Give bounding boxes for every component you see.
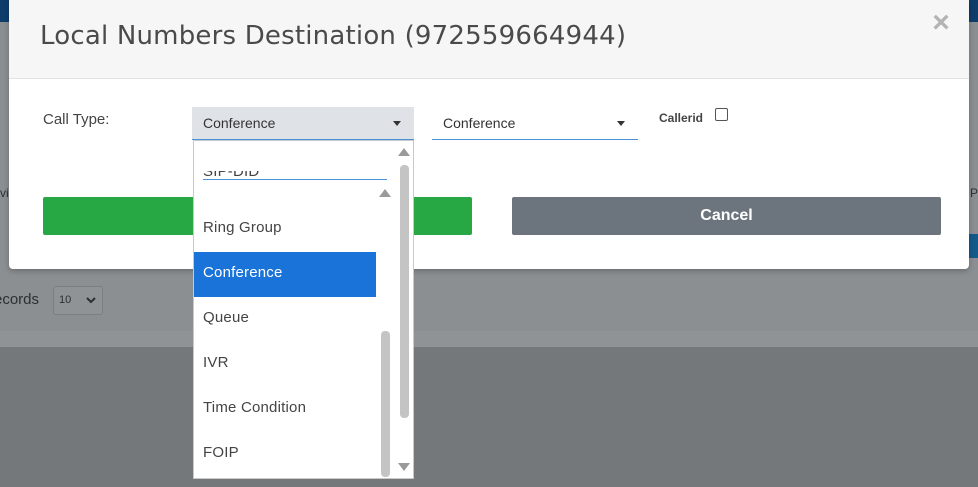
modal-header: Local Numbers Destination (972559664944)… (9, 0, 969, 79)
dropdown-option-ivr[interactable]: IVR (194, 342, 376, 387)
dropdown-option-ring-group[interactable]: Ring Group (194, 207, 376, 252)
caret-down-icon (393, 121, 401, 126)
callerid-checkbox[interactable] (715, 108, 728, 121)
dropdown-option-conference[interactable]: Conference (194, 252, 376, 297)
background-edge-text-right: P (970, 186, 978, 200)
dropdown-option-time-condition[interactable]: Time Condition (194, 387, 376, 432)
dropdown-option-foip[interactable]: FOIP (194, 432, 376, 477)
destination-modal: Local Numbers Destination (972559664944)… (9, 0, 969, 269)
scroll-up-arrow-icon[interactable] (398, 148, 410, 156)
destination-value: Conference (443, 115, 516, 131)
call-type-label: Call Type: (43, 111, 110, 128)
chevron-down-icon (86, 297, 96, 304)
scroll-down-arrow-icon[interactable] (398, 463, 410, 471)
call-type-value: Conference (203, 115, 276, 131)
background-table-body (0, 347, 978, 487)
close-icon[interactable]: × (928, 8, 954, 38)
records-label: ecords (0, 291, 40, 308)
records-per-page-select[interactable]: 10 (53, 286, 103, 315)
cancel-button[interactable]: Cancel (512, 197, 941, 235)
call-type-dropdown-list[interactable]: SIP-DID Ring Group Conference Queue IVR … (193, 140, 414, 479)
inner-scrollbar-thumb[interactable] (381, 331, 390, 477)
background-table-header (0, 331, 978, 347)
dropdown-option-queue[interactable]: Queue (194, 297, 376, 342)
records-per-page-value: 10 (59, 294, 72, 306)
call-type-select[interactable]: Conference (192, 107, 414, 140)
dropdown-scrollbar-thumb[interactable] (400, 165, 409, 418)
inner-scroll-up-arrow-icon[interactable] (379, 189, 391, 197)
dropdown-option-sip-did[interactable]: SIP-DID (194, 171, 376, 193)
background-button (969, 234, 978, 258)
modal-title: Local Numbers Destination (972559664944) (40, 21, 627, 51)
background-edge-text-left: vi (0, 186, 9, 200)
callerid-label: Callerid (659, 111, 704, 125)
destination-select[interactable]: Conference (432, 107, 638, 140)
caret-down-icon (617, 121, 625, 126)
